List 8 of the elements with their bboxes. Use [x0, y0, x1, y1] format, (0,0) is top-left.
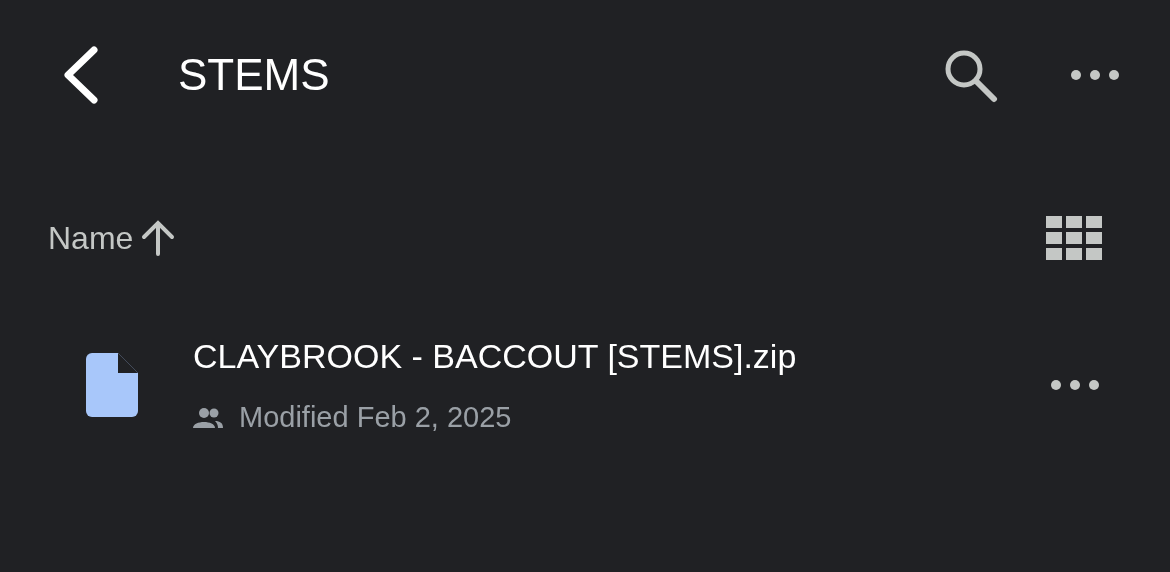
more-button[interactable] [1070, 69, 1120, 81]
sort-button[interactable]: Name [48, 219, 176, 256]
grid-view-button[interactable] [1046, 215, 1102, 260]
file-more-button[interactable] [1050, 379, 1100, 391]
folder-title: STEMS [178, 49, 330, 101]
file-icon [86, 353, 138, 417]
file-name[interactable]: CLAYBROOK - BACCOUT [STEMS].zip [193, 330, 797, 382]
modified-date: Modified Feb 2, 2025 [239, 399, 512, 435]
